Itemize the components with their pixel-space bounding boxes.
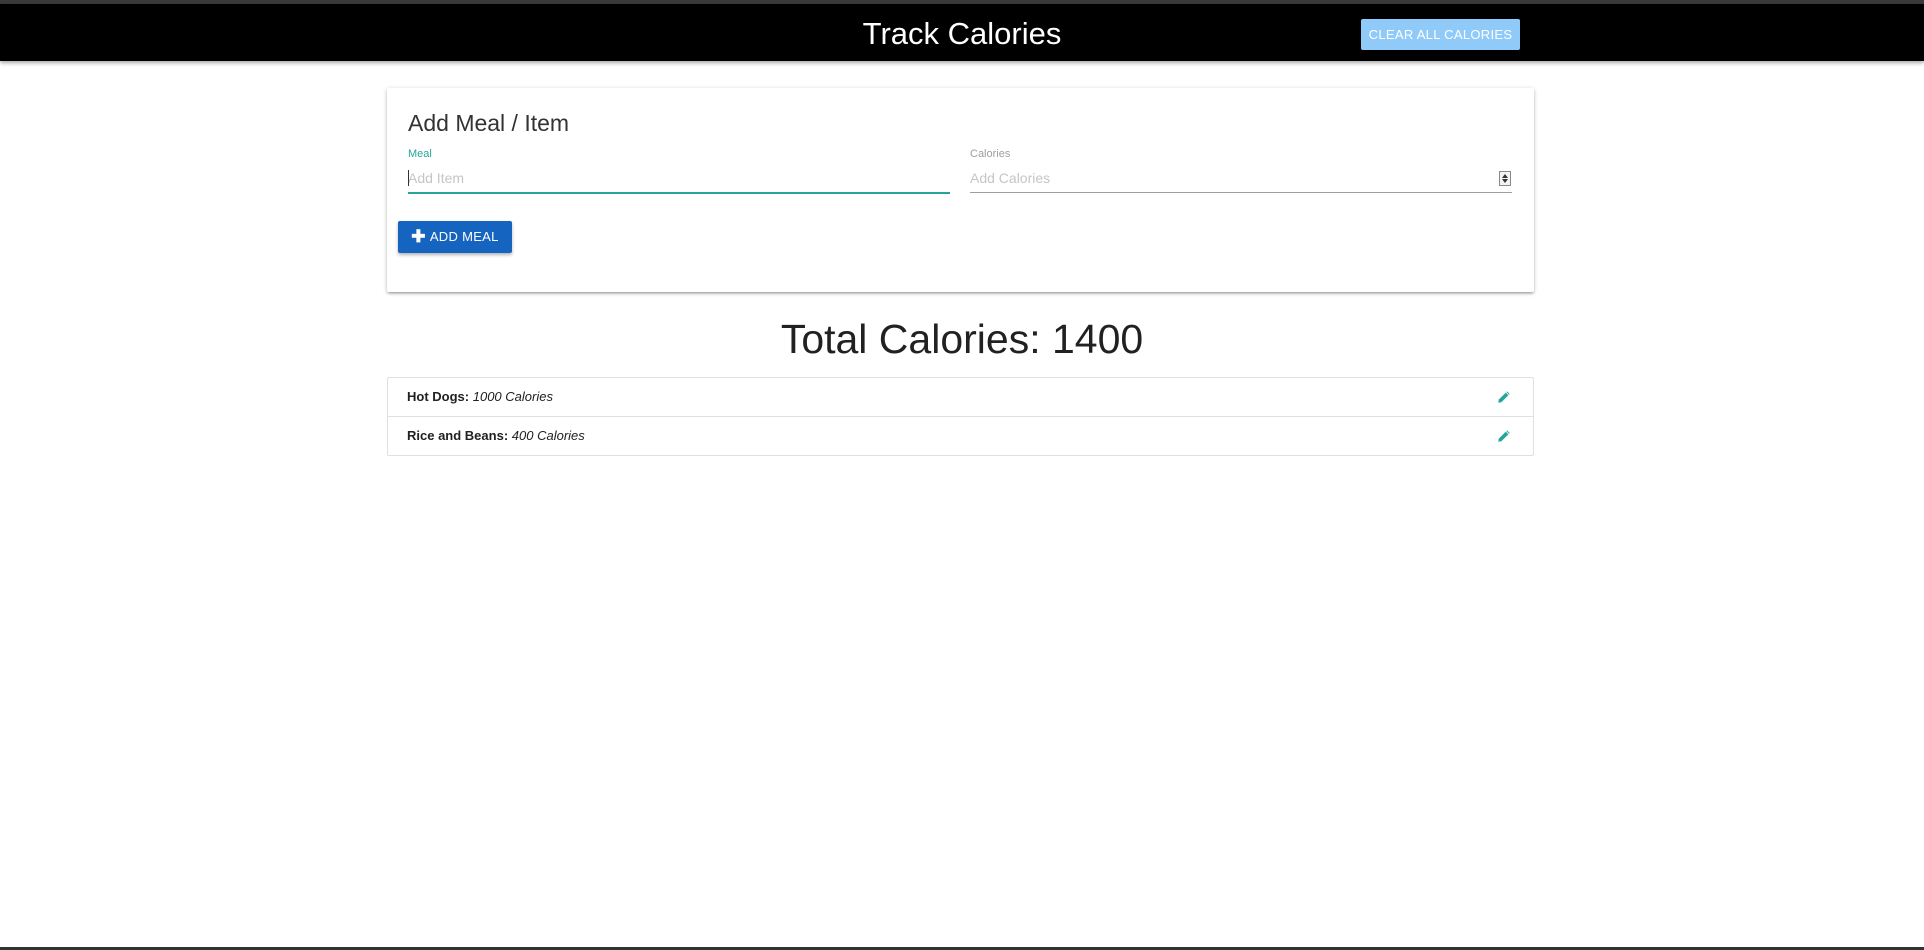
app-title[interactable]: Track Calories [0, 4, 1924, 61]
spinner-up-icon[interactable] [1502, 174, 1508, 178]
card-title: Add Meal / Item [408, 110, 570, 136]
text-cursor [408, 170, 409, 186]
add-meal-button[interactable]: ✚ Add Meal [398, 221, 512, 253]
add-meal-label: Add Meal [429, 229, 499, 244]
pencil-icon[interactable] [1497, 429, 1511, 443]
calories-label: Calories [970, 148, 1011, 160]
item-calories: 400 Calories [511, 428, 585, 443]
list-item: Rice and Beans: 400 Calories [388, 417, 1533, 455]
meal-input[interactable] [408, 164, 950, 194]
list-item: Hot Dogs: 1000 Calories [388, 378, 1533, 417]
item-name: Rice and Beans: [407, 428, 509, 443]
meal-list: Hot Dogs: 1000 Calories Rice and Beans: … [387, 377, 1534, 456]
total-calories: Total Calories: 1400 [780, 316, 1144, 362]
clear-all-button[interactable]: Clear All Calories [1361, 19, 1520, 50]
number-spinner[interactable] [1499, 171, 1511, 186]
calories-input[interactable] [970, 164, 1512, 193]
meal-label: Meal [408, 148, 432, 160]
item-calories: 1000 Calories [472, 389, 553, 404]
item-name: Hot Dogs: [407, 389, 470, 404]
navbar: Track Calories Clear All Calories [0, 4, 1924, 61]
plus-icon: ✚ [411, 227, 426, 246]
spinner-down-icon[interactable] [1502, 179, 1508, 183]
add-meal-card: Add Meal / Item Meal Calories ✚Add Meal [387, 88, 1534, 292]
pencil-icon[interactable] [1497, 390, 1511, 404]
